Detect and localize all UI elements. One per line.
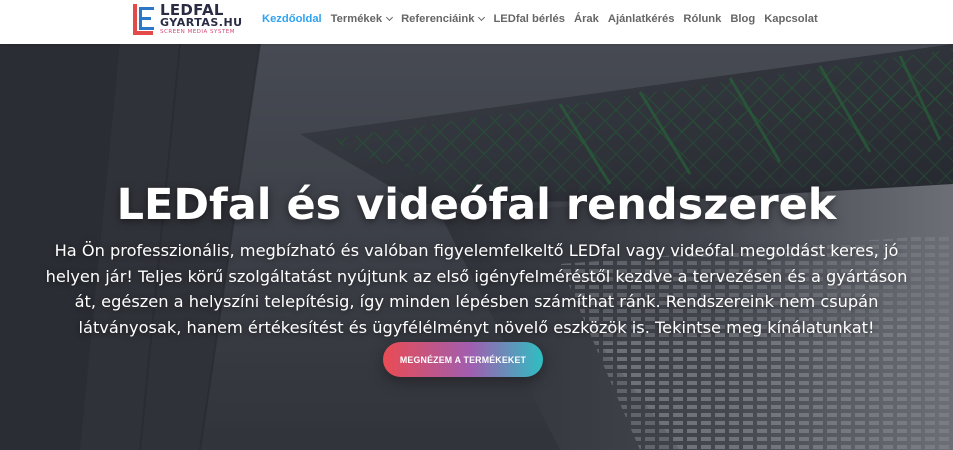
site-logo[interactable]: LEDFAL GYARTAS.HU SCREEN MEDIA SYSTEM: [132, 3, 242, 37]
view-products-button[interactable]: MEGNÉZEM A TERMÉKEKET: [383, 342, 543, 377]
nav-item-termekek[interactable]: Termékek: [330, 13, 394, 25]
nav-item-kapcsolat[interactable]: Kapcsolat: [764, 13, 817, 25]
nav-item-label: Referenciáink: [401, 13, 475, 25]
nav-item-referenciaink[interactable]: Referenciáink: [401, 13, 486, 25]
nav-item-label: Ajánlatkérés: [607, 13, 675, 25]
hero-title: LEDfal és videófal rendszerek: [116, 180, 837, 230]
nav-item-label: Blog: [730, 13, 756, 25]
site-header: LEDFAL GYARTAS.HU SCREEN MEDIA SYSTEM Ke…: [0, 0, 953, 44]
nav-item-label: Termékek: [330, 13, 383, 25]
hero-description: Ha Ön professzionális, megbízható és val…: [45, 241, 908, 337]
nav-item-label: LEDfal bérlés: [493, 13, 565, 25]
chevron-down-icon: [478, 13, 486, 21]
nav-item-blog[interactable]: Blog: [730, 13, 755, 25]
nav-item-arak[interactable]: Árak: [574, 13, 599, 25]
logo-text-domain: GYARTAS.HU: [160, 16, 243, 29]
hero-section: LEDfal és videófal rendszerek Ha Ön prof…: [0, 44, 953, 450]
logo-mark-icon: [133, 4, 154, 35]
nav-item-ajanlatkeres[interactable]: Ajánlatkérés: [608, 13, 675, 25]
nav-item-ledfal-berles[interactable]: LEDfal bérlés: [493, 13, 565, 25]
page: LEDFAL GYARTAS.HU SCREEN MEDIA SYSTEM Ke…: [0, 0, 953, 450]
nav-item-label: Rólunk: [683, 13, 722, 25]
main-nav: Kezdőoldal Termékek Referenciáink LEDfal…: [262, 0, 827, 38]
nav-item-label: Kezdőoldal: [262, 13, 322, 25]
nav-item-label: Kapcsolat: [764, 13, 818, 25]
nav-item-label: Árak: [573, 13, 599, 25]
chevron-down-icon: [386, 13, 394, 21]
nav-item-kezdooldal[interactable]: Kezdőoldal: [262, 13, 322, 25]
nav-item-rolunk[interactable]: Rólunk: [683, 13, 721, 25]
logo-tagline: SCREEN MEDIA SYSTEM: [160, 29, 235, 35]
